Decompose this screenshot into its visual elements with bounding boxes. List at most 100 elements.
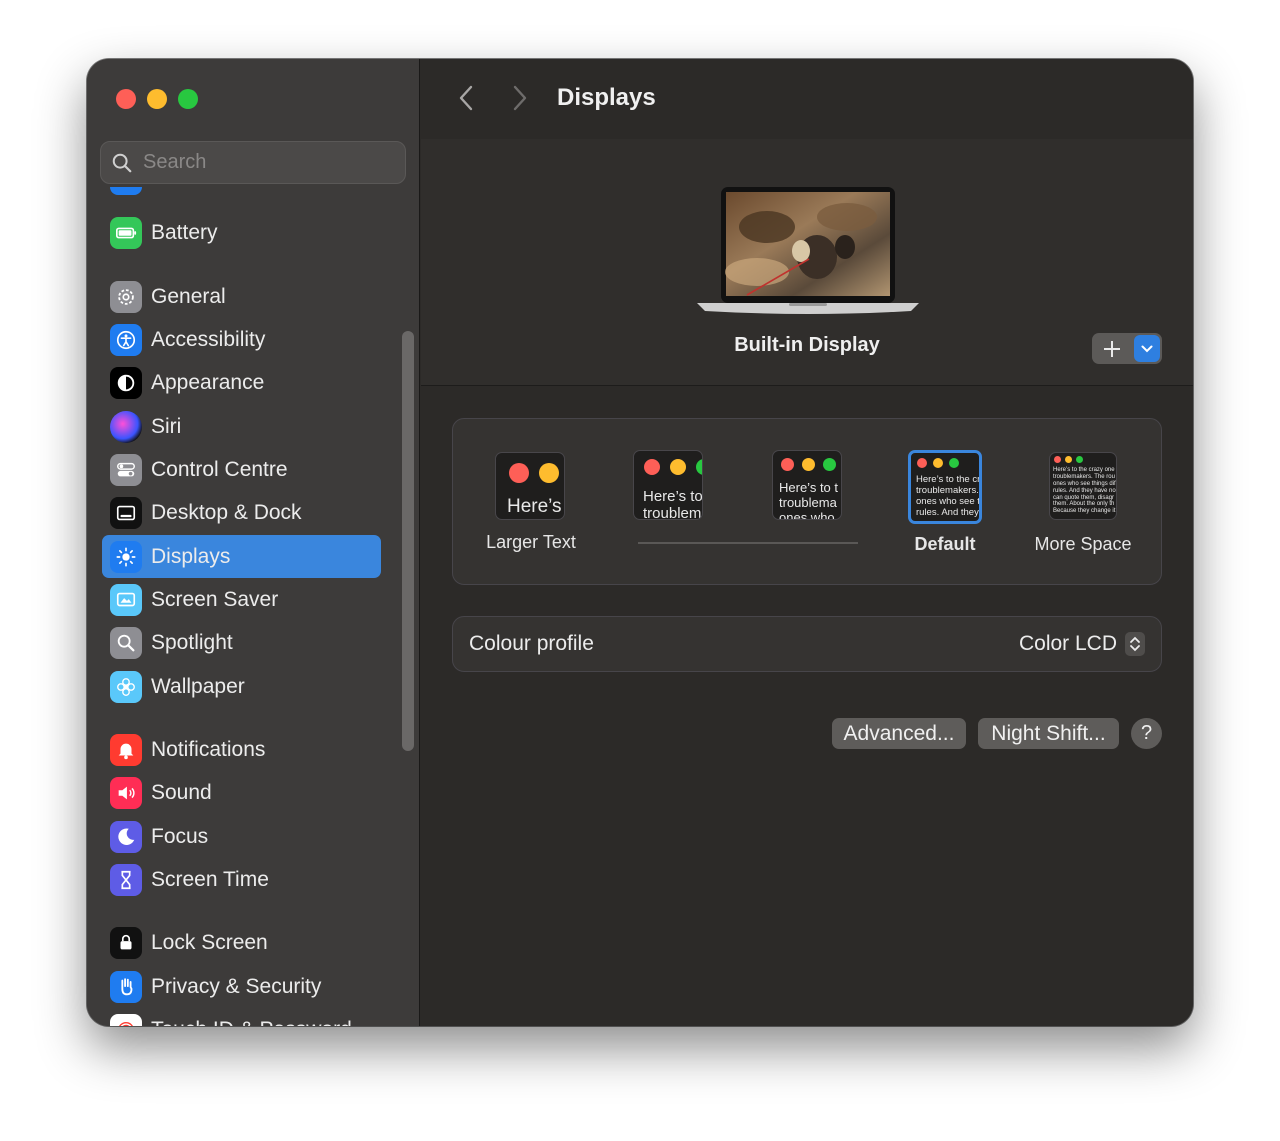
page-title: Displays	[557, 84, 656, 111]
search-input[interactable]	[143, 151, 383, 174]
chevron-right-icon	[513, 85, 527, 111]
minimize-button[interactable]	[147, 89, 167, 109]
sidebar-item-touch-id[interactable]: Touch ID & Password	[102, 1008, 381, 1026]
colour-profile-row: Colour profile Color LCD	[452, 616, 1162, 672]
colour-profile-value: Color LCD	[1018, 632, 1117, 655]
sidebar-item-control-centre[interactable]: Control Centre	[102, 448, 381, 491]
sidebar-item-label: Focus	[151, 824, 209, 848]
plus-icon	[1104, 340, 1120, 357]
sidebar-list[interactable]: Battery General Accessibility Appearance…	[87, 187, 407, 1026]
sidebar-item-wallpaper[interactable]: Wallpaper	[102, 665, 381, 708]
colour-profile-select[interactable]: Color LCD	[1019, 632, 1145, 656]
resolution-sample: Here’s to t troublema ones who	[779, 480, 839, 520]
sidebar-item-label: Battery	[151, 220, 218, 244]
lock-icon	[110, 926, 142, 959]
sidebar-item-general[interactable]: General	[102, 275, 381, 318]
sidebar-item-appearance[interactable]: Appearance	[102, 361, 381, 404]
sidebar-item-label: Displays	[151, 544, 231, 568]
resolution-sample: Here’s to troublem	[643, 488, 703, 520]
resolution-thumb: Here’s to troublem	[633, 450, 703, 520]
colour-profile-label: Colour profile	[469, 632, 594, 655]
sidebar-item-screen-saver[interactable]: Screen Saver	[102, 578, 381, 621]
hand-icon	[110, 970, 142, 1003]
sidebar-item-label: Sound	[151, 780, 212, 804]
search-field[interactable]	[100, 141, 406, 184]
resolution-label: Larger Text	[486, 532, 576, 552]
sidebar-item-label: Lock Screen	[151, 930, 268, 954]
sidebar-item-partial[interactable]	[102, 187, 381, 200]
resolution-option-3[interactable]: Here’s to t troublema ones who	[772, 450, 842, 520]
chevron-left-icon	[459, 85, 473, 111]
sidebar-item-label: Touch ID & Password	[151, 1018, 352, 1027]
search-icon	[112, 153, 132, 172]
sidebar-item-sound[interactable]: Sound	[102, 771, 381, 814]
add-display-control	[1092, 333, 1162, 364]
add-display-button[interactable]	[1092, 333, 1132, 364]
sidebar-item-desktop-dock[interactable]: Desktop & Dock	[102, 491, 381, 534]
sidebar-item-label: Screen Saver	[151, 587, 279, 611]
resolution-label: Default	[914, 534, 976, 554]
sidebar-item-label: Wallpaper	[151, 674, 245, 698]
resolution-option-default[interactable]: Here’s to the cr troublemakers. ones who…	[908, 450, 982, 554]
sidebar-item-screen-time[interactable]: Screen Time	[102, 858, 381, 901]
resolution-sample: Here’s	[507, 496, 562, 517]
magnifier-icon	[110, 626, 142, 659]
sidebar-item-spotlight[interactable]: Spotlight	[102, 621, 381, 664]
sidebar-item-lock-screen[interactable]: Lock Screen	[102, 921, 381, 964]
sidebar-item-label: Screen Time	[151, 867, 269, 891]
laptop-icon[interactable]	[697, 187, 919, 319]
close-button[interactable]	[116, 89, 136, 109]
display-name: Built-in Display	[734, 334, 880, 356]
resolution-sample: Here’s to the cr troublemakers. ones who…	[916, 474, 981, 518]
resolution-thumb: Here’s to the crazy one troublemakers. T…	[1049, 452, 1117, 520]
sidebar-item-siri[interactable]: Siri	[102, 405, 381, 448]
back-button[interactable]	[451, 83, 481, 113]
sidebar-item-label: Privacy & Security	[151, 974, 322, 998]
resolution-option-more-space[interactable]: Here’s to the crazy one troublemakers. T…	[1034, 452, 1132, 554]
resolution-selector: Here’s Larger Text Here’s to troublem He…	[452, 418, 1162, 585]
sidebar-item-label: Siri	[151, 414, 182, 438]
sidebar-item-displays[interactable]: Displays	[102, 535, 381, 578]
sidebar-scrollbar[interactable]	[402, 331, 414, 751]
advanced-button[interactable]: Advanced...	[832, 718, 966, 749]
sidebar-item-battery[interactable]: Battery	[102, 211, 381, 254]
fingerprint-icon	[110, 1013, 142, 1026]
sidebar-item-label: Spotlight	[151, 630, 233, 654]
sidebar-item-notifications[interactable]: Notifications	[102, 728, 381, 771]
sidebar-item-focus[interactable]: Focus	[102, 815, 381, 858]
partial-icon	[110, 187, 142, 195]
hourglass-icon	[110, 863, 142, 896]
appearance-icon	[110, 366, 142, 399]
sun-icon	[110, 540, 142, 573]
sidebar: Battery General Accessibility	[87, 59, 420, 1026]
flower-icon	[110, 670, 142, 703]
siri-icon	[110, 410, 142, 443]
resolution-thumb-selected: Here’s to the cr troublemakers. ones who…	[908, 450, 982, 524]
moon-icon	[110, 820, 142, 853]
resolution-option-larger-text[interactable]: Here’s Larger Text	[486, 452, 576, 552]
resolution-track	[638, 542, 858, 544]
dock-icon	[110, 496, 142, 529]
resolution-option-2[interactable]: Here’s to troublem	[633, 450, 703, 520]
sidebar-item-label: Appearance	[151, 370, 265, 394]
sidebar-item-accessibility[interactable]: Accessibility	[102, 318, 381, 361]
display-arrangement: Built-in Display	[421, 139, 1193, 386]
sidebar-item-label: Notifications	[151, 737, 266, 761]
resolution-thumb: Here’s to t troublema ones who	[772, 450, 842, 520]
sidebar-item-label: General	[151, 284, 226, 308]
screen-saver-icon	[110, 583, 142, 616]
zoom-button[interactable]	[178, 89, 198, 109]
gear-icon	[110, 280, 142, 313]
add-display-menu-button[interactable]	[1134, 335, 1160, 362]
help-button[interactable]: ?	[1131, 718, 1162, 749]
resolution-label: More Space	[1034, 534, 1132, 554]
main-pane: Displays Built-in Display Here’s Larger …	[421, 59, 1193, 1026]
sidebar-item-label: Desktop & Dock	[151, 500, 302, 524]
window-controls	[116, 89, 198, 109]
sidebar-item-privacy-security[interactable]: Privacy & Security	[102, 965, 381, 1008]
forward-button[interactable]	[505, 83, 535, 113]
settings-window: Battery General Accessibility	[87, 59, 1193, 1026]
night-shift-button[interactable]: Night Shift...	[978, 718, 1119, 749]
accessibility-icon	[110, 323, 142, 356]
chevron-down-icon	[1141, 345, 1153, 352]
